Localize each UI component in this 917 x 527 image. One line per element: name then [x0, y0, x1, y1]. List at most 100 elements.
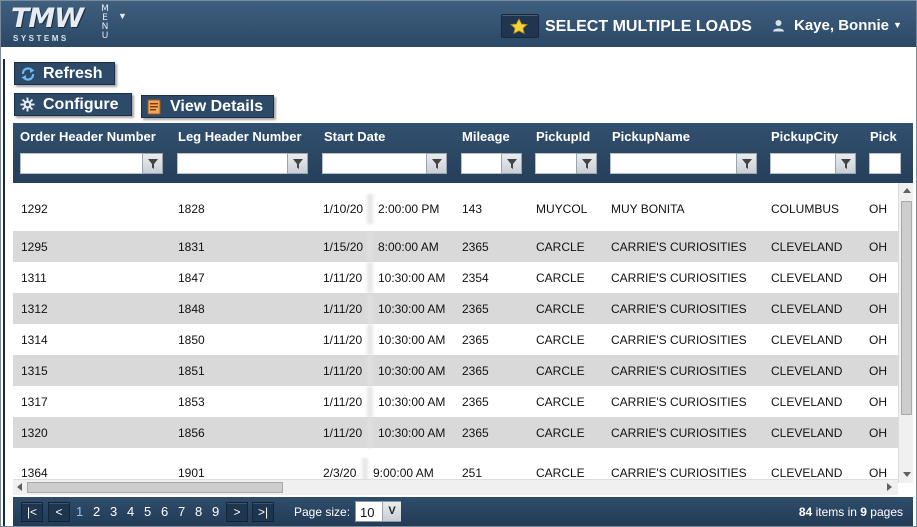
filter-input[interactable] — [20, 153, 143, 174]
page-link-7[interactable]: 7 — [178, 504, 185, 519]
menu-letter: U — [101, 31, 109, 41]
favorite-button[interactable] — [501, 14, 539, 38]
column-header-leg-header-number[interactable]: Leg Header Number — [178, 129, 302, 144]
refresh-button[interactable]: Refresh — [14, 62, 115, 85]
cell-pickup-city: CLEVELAND — [771, 271, 843, 285]
redacted-year — [365, 232, 375, 262]
cell-pickup-name: MUY BONITA — [611, 202, 685, 216]
filter-input[interactable] — [322, 153, 427, 174]
filter-mileage — [461, 153, 522, 174]
filter-button[interactable] — [736, 153, 757, 174]
prev-page-button[interactable]: < — [48, 502, 70, 522]
column-header-start-date[interactable]: Start Date — [324, 129, 385, 144]
page-link-4[interactable]: 4 — [127, 504, 134, 519]
cell-pickup-city: CLEVELAND — [771, 333, 843, 347]
page-link-1[interactable]: 1 — [76, 504, 83, 519]
cell-pickup-city: CLEVELAND — [771, 395, 843, 409]
table-row[interactable]: 1364 1901 2/3/20 9:00:00 AM 251 CARCLE C… — [13, 448, 898, 483]
filter-button[interactable] — [835, 153, 856, 174]
gear-icon — [20, 97, 35, 112]
page-link-5[interactable]: 5 — [144, 504, 151, 519]
table-row[interactable]: 1292 1828 1/10/20 2:00:00 PM 143 MUYCOL … — [13, 183, 898, 224]
vertical-scrollbar[interactable] — [898, 183, 913, 483]
table-row[interactable]: 1311 1847 1/11/20 10:30:00 AM 2354 CARCL… — [13, 262, 898, 293]
horizontal-scrollbar[interactable] — [13, 479, 898, 495]
page-link-9[interactable]: 9 — [212, 504, 219, 519]
cell-leg-header-number: 1847 — [178, 271, 205, 285]
table-row[interactable]: 1312 1848 1/11/20 10:30:00 AM 2365 CARCL… — [13, 293, 898, 324]
filter-input[interactable] — [177, 153, 288, 174]
view-details-button[interactable]: View Details — [141, 95, 274, 118]
table-row[interactable]: 1314 1850 1/11/20 10:30:00 AM 2365 CARCL… — [13, 324, 898, 355]
loads-grid: Order Header Number Leg Header Number St… — [13, 123, 913, 496]
table-row[interactable]: 1315 1851 1/11/20 10:30:00 AM 2365 CARCL… — [13, 355, 898, 386]
filter-button[interactable] — [426, 153, 447, 174]
filter-input[interactable] — [535, 153, 577, 174]
vertical-scroll-thumb[interactable] — [901, 201, 912, 415]
configure-button[interactable]: Configure — [14, 93, 132, 116]
app-window: TMW SYSTEMS M E N U ▼ SELECT MULTIPLE LO… — [0, 0, 917, 527]
page-link-8[interactable]: 8 — [195, 504, 202, 519]
column-header-pickup-name[interactable]: PickupName — [612, 129, 690, 144]
cell-pickup-name: CARRIE'S CURIOSITIES — [611, 395, 747, 409]
filter-button[interactable] — [576, 153, 597, 174]
menu-caret-icon[interactable]: ▼ — [118, 11, 127, 21]
filter-input[interactable] — [461, 153, 502, 174]
filter-input[interactable] — [869, 153, 901, 174]
redacted-year — [365, 194, 375, 224]
cell-pickup-name: CARRIE'S CURIOSITIES — [611, 364, 747, 378]
column-header-pickup-id[interactable]: PickupId — [536, 129, 590, 144]
cell-start-date: 1/11/20 — [323, 395, 363, 409]
cell-pickup-name: CARRIE'S CURIOSITIES — [611, 271, 747, 285]
scroll-up-arrow-icon[interactable] — [903, 188, 911, 193]
filter-input[interactable] — [770, 153, 836, 174]
cell-leg-header-number: 1848 — [178, 302, 205, 316]
page-link-2[interactable]: 2 — [93, 504, 100, 519]
refresh-icon — [21, 67, 35, 81]
page-size-select[interactable]: 10 V — [355, 501, 401, 522]
page-link-3[interactable]: 3 — [110, 504, 117, 519]
column-header-pickup-city[interactable]: PickupCity — [771, 129, 838, 144]
user-menu[interactable]: Kaye, Bonnie ▼ — [773, 17, 902, 34]
horizontal-scroll-thumb[interactable] — [27, 482, 283, 493]
scroll-left-arrow-icon[interactable] — [17, 483, 22, 491]
cell-start-time: 10:30:00 AM — [378, 426, 446, 440]
refresh-label: Refresh — [43, 65, 103, 82]
next-page-button[interactable]: > — [226, 502, 248, 522]
first-page-button[interactable]: |< — [21, 502, 43, 522]
cell-order-header-number: 1314 — [21, 333, 48, 347]
filter-button[interactable] — [501, 153, 522, 174]
filter-button[interactable] — [142, 153, 163, 174]
filter-button[interactable] — [287, 153, 308, 174]
menu-button[interactable]: M E N U — [100, 5, 110, 41]
chevron-down-icon[interactable]: V — [382, 502, 401, 521]
left-divider — [3, 59, 5, 526]
cell-pickup-id: CARCLE — [536, 302, 585, 316]
chevron-down-icon: ▼ — [893, 20, 902, 30]
filter-input[interactable] — [610, 153, 737, 174]
cell-pickup-state: OH — [869, 364, 887, 378]
cell-order-header-number: 1320 — [21, 426, 48, 440]
cell-pickup-city: CLEVELAND — [771, 364, 843, 378]
cell-leg-header-number: 1853 — [178, 395, 205, 409]
column-header-pickup-state[interactable]: Pick — [870, 129, 897, 144]
scroll-right-arrow-icon[interactable] — [887, 483, 892, 491]
table-row[interactable]: 1320 1856 1/11/20 10:30:00 AM 2365 CARCL… — [13, 417, 898, 448]
cell-order-header-number: 1315 — [21, 364, 48, 378]
column-header-order-header-number[interactable]: Order Header Number — [20, 129, 156, 144]
grid-pager: |< < 1 2 3 4 5 6 7 8 9 > >| Page size: 1… — [13, 497, 913, 526]
column-header-mileage[interactable]: Mileage — [462, 129, 510, 144]
scroll-down-arrow-icon[interactable] — [903, 472, 911, 477]
page-size-value: 10 — [360, 505, 375, 520]
cell-pickup-id: CARCLE — [536, 271, 585, 285]
cell-pickup-id: CARCLE — [536, 364, 585, 378]
last-page-button[interactable]: >| — [252, 502, 274, 522]
cell-leg-header-number: 1901 — [178, 466, 205, 480]
cell-pickup-state: OH — [869, 426, 887, 440]
cell-start-date: 1/11/20 — [323, 364, 363, 378]
table-row[interactable]: 1295 1831 1/15/20 8:00:00 AM 2365 CARCLE… — [13, 231, 898, 262]
cell-start-time: 10:30:00 AM — [378, 364, 446, 378]
table-row[interactable]: 1317 1853 1/11/20 10:30:00 AM 2365 CARCL… — [13, 386, 898, 417]
cell-mileage: 251 — [462, 466, 483, 480]
page-link-6[interactable]: 6 — [161, 504, 168, 519]
